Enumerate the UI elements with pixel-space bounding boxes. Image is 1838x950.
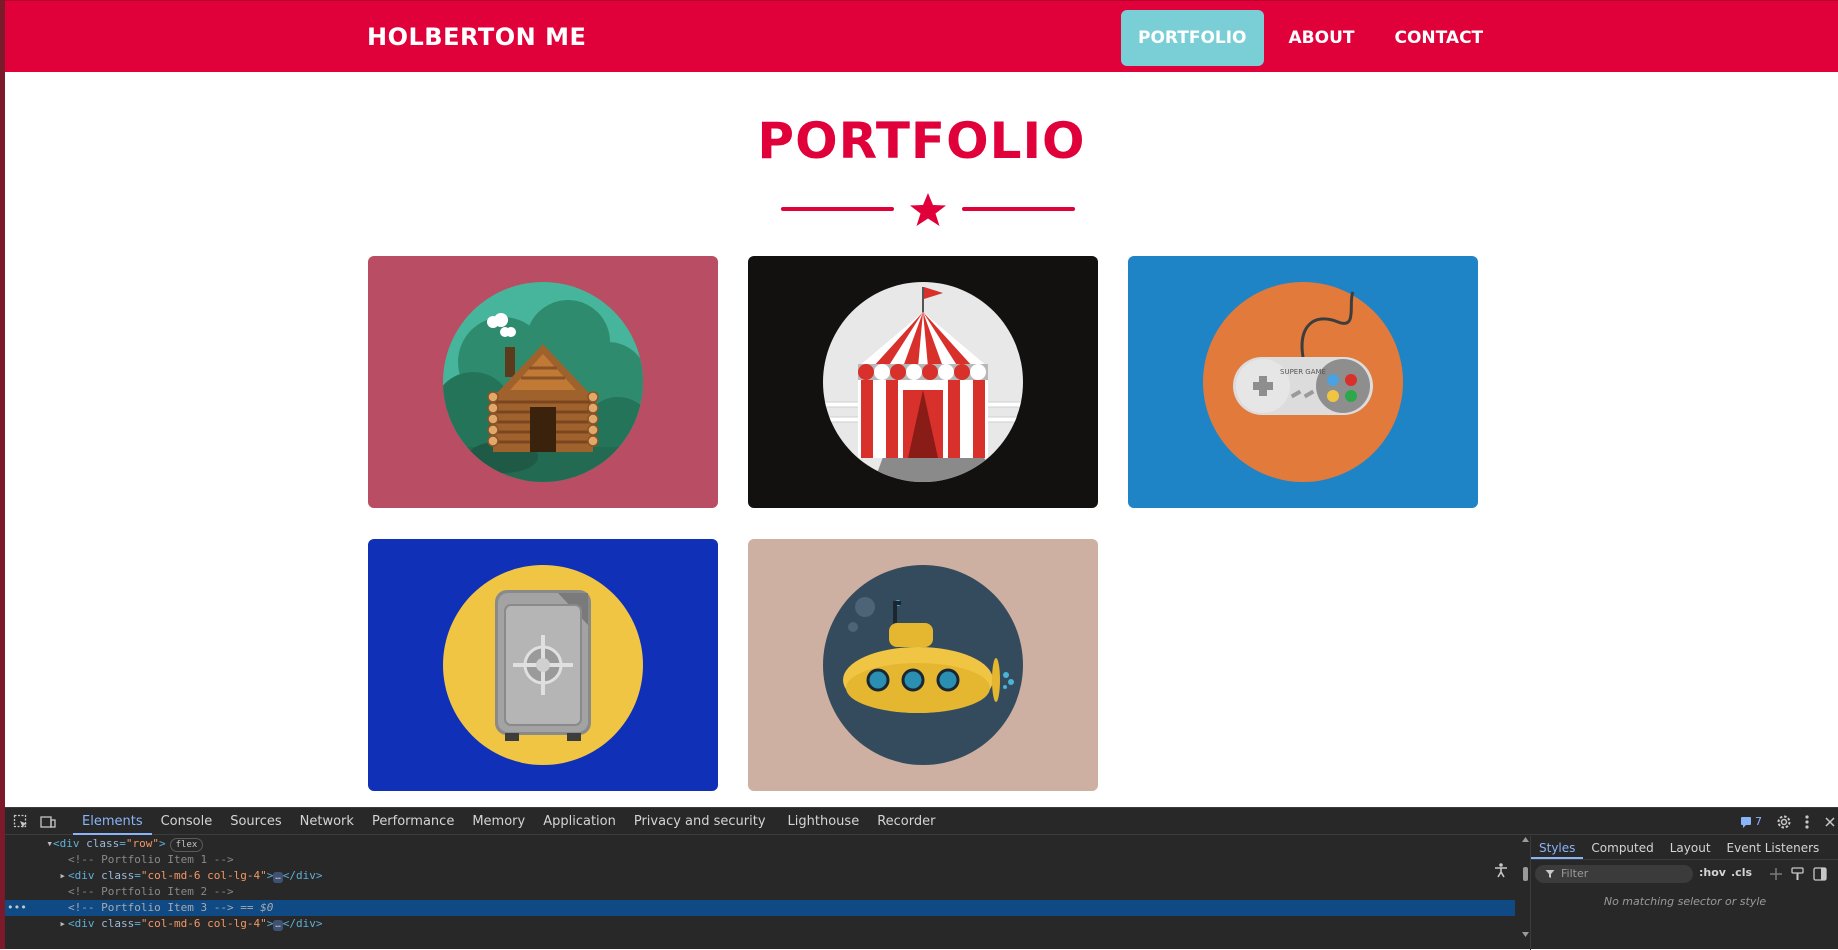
nav-item-about[interactable]: ABOUT — [1272, 10, 1372, 66]
more-options-icon[interactable] — [1804, 814, 1810, 830]
tab-elements[interactable]: Elements — [73, 808, 152, 835]
close-devtools-icon[interactable] — [1824, 816, 1836, 828]
dom-comment-row[interactable]: <!-- Portfolio Item 2 --> — [5, 884, 1515, 900]
styles-filter-row: Filter :hov .cls — [1535, 865, 1835, 883]
tab-privacy-security[interactable]: Privacy and security — [625, 808, 775, 835]
dom-node-row[interactable]: ▸ <div class="col-md-6 col-lg-4">… </div> — [5, 868, 1515, 884]
hover-state-toggle[interactable]: :hov — [1699, 866, 1726, 879]
tab-console[interactable]: Console — [152, 808, 222, 835]
submarine-icon — [823, 565, 1023, 765]
portfolio-item-circus[interactable] — [748, 256, 1098, 508]
flex-badge[interactable]: flex — [169, 838, 204, 852]
game-controller-icon: SUPER GAME — [1203, 282, 1403, 482]
tab-memory[interactable]: Memory — [463, 808, 534, 835]
portfolio-item-game[interactable]: SUPER GAME — [1128, 256, 1478, 508]
styles-pane: Styles Computed Layout Event Listeners F… — [1530, 836, 1838, 950]
page-viewport: HOLBERTON ME PORTFOLIO ABOUT CONTACT POR… — [5, 0, 1838, 807]
tab-recorder[interactable]: Recorder — [868, 808, 944, 835]
tab-sources[interactable]: Sources — [221, 808, 290, 835]
star-icon — [910, 193, 946, 226]
devtools-tabs: Elements Console Sources Network Perform… — [73, 808, 944, 835]
issues-icon[interactable] — [1740, 816, 1752, 828]
collapsed-ellipsis[interactable]: … — [273, 920, 283, 931]
tab-layout[interactable]: Layout — [1662, 836, 1719, 859]
styles-filter-input[interactable]: Filter — [1535, 865, 1693, 883]
page-title: PORTFOLIO — [757, 112, 1086, 170]
tab-lighthouse[interactable]: Lighthouse — [779, 808, 869, 835]
settings-gear-icon[interactable] — [1776, 814, 1792, 830]
nav-item-contact[interactable]: CONTACT — [1377, 10, 1500, 66]
paint-brush-icon[interactable] — [1791, 867, 1805, 881]
divider-line-right — [962, 207, 1075, 211]
class-toggle[interactable]: .cls — [1731, 866, 1752, 879]
tab-network[interactable]: Network — [291, 808, 363, 835]
title-divider — [781, 192, 1075, 228]
tab-performance[interactable]: Performance — [363, 808, 463, 835]
dom-comment-row[interactable]: <!-- Portfolio Item 1 --> — [5, 852, 1515, 868]
styles-pane-tabs: Styles Computed Layout Event Listeners — [1531, 836, 1838, 860]
elements-tree: ▾<div class="row"> flex <!-- Portfolio It… — [5, 836, 1521, 942]
divider-line-left — [781, 207, 894, 211]
accessibility-tree-icon[interactable] — [1493, 862, 1509, 878]
brand-logo[interactable]: HOLBERTON ME — [367, 23, 586, 51]
devtools-tabbar: Elements Console Sources Network Perform… — [5, 808, 1838, 835]
navbar: HOLBERTON ME PORTFOLIO ABOUT CONTACT — [5, 0, 1838, 72]
dom-node-row[interactable]: ▾<div class="row"> flex — [5, 836, 1515, 852]
circus-tent-icon — [823, 282, 1023, 482]
devtools-toolbar-right: 7 — [1740, 808, 1838, 835]
portfolio-item-safe[interactable] — [368, 539, 718, 791]
log-cabin-icon — [443, 282, 643, 482]
nav-item-portfolio[interactable]: PORTFOLIO — [1121, 10, 1264, 66]
portfolio-item-submarine[interactable] — [748, 539, 1098, 791]
portfolio-item-cabin[interactable] — [368, 256, 718, 508]
safe-icon — [443, 565, 643, 765]
no-matching-styles-message: No matching selector or style — [1603, 895, 1767, 908]
tab-event-listeners[interactable]: Event Listeners — [1719, 836, 1828, 859]
elements-scrollbar[interactable] — [1521, 836, 1530, 942]
filter-icon — [1545, 870, 1555, 878]
row-actions-dots[interactable]: ••• — [5, 900, 68, 916]
svg-text:SUPER GAME: SUPER GAME — [1280, 368, 1326, 376]
toggle-sidebar-icon[interactable] — [1813, 867, 1827, 881]
device-toolbar-icon[interactable] — [40, 814, 56, 830]
dom-node-row[interactable]: ▸ <div class="col-md-6 col-lg-4">… </div> — [5, 916, 1515, 932]
tab-computed[interactable]: Computed — [1583, 836, 1661, 859]
devtools-panel: Elements Console Sources Network Perform… — [5, 807, 1838, 950]
nav-menu: PORTFOLIO ABOUT CONTACT — [1121, 10, 1500, 66]
inspect-element-icon[interactable] — [13, 814, 29, 830]
issues-count[interactable]: 7 — [1755, 815, 1762, 828]
new-style-rule-icon[interactable] — [1769, 867, 1783, 881]
collapsed-ellipsis[interactable]: … — [273, 872, 283, 883]
tab-styles[interactable]: Styles — [1531, 836, 1584, 859]
tab-application[interactable]: Application — [534, 808, 625, 835]
dom-selected-row[interactable]: ••• <!-- Portfolio Item 3 --> == $0 — [5, 900, 1515, 916]
